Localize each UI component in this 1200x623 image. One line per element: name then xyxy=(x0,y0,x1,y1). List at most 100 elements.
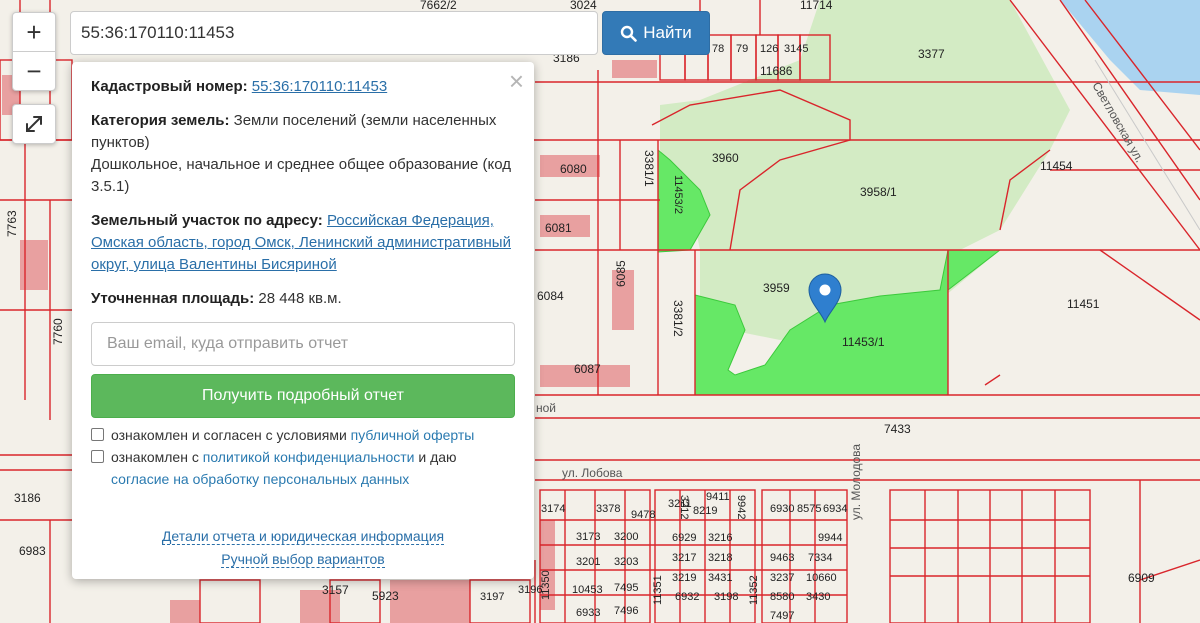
get-report-button[interactable]: Получить подробный отчет xyxy=(91,374,515,418)
agree-privacy-checkbox[interactable] xyxy=(91,450,104,463)
cadastral-number-link[interactable]: 55:36:170110:11453 xyxy=(252,78,387,95)
map-label: 7763 xyxy=(5,210,19,237)
search-icon xyxy=(621,25,638,42)
zoom-in-button[interactable]: + xyxy=(13,13,55,51)
map-label: 7497 xyxy=(770,610,794,622)
map-label: 11714 xyxy=(800,0,833,12)
zoom-out-button[interactable]: − xyxy=(13,51,55,90)
map-label: 9411 xyxy=(706,491,730,503)
map-label: 6084 xyxy=(537,289,564,303)
map-label: 9463 xyxy=(770,552,794,564)
manual-selection-link[interactable]: Ручной выбор вариантов xyxy=(221,551,385,568)
close-icon[interactable]: × xyxy=(509,68,524,94)
map-label: 11350 xyxy=(540,570,552,600)
map-label: 3174 xyxy=(541,503,565,515)
area-value: 28 448 кв.м. xyxy=(258,290,342,307)
agree-privacy-text: ознакомлен с xyxy=(111,449,203,465)
map-label: 9942 xyxy=(735,495,747,519)
map-label: 6909 xyxy=(1128,571,1155,585)
map-label: 3381/1 xyxy=(642,150,656,187)
map-label: 11451 xyxy=(1067,297,1100,311)
cadastral-number-row: Кадастровый номер: 55:36:170110:11453 xyxy=(91,76,515,98)
map-label: 3430 xyxy=(806,591,830,603)
privacy-policy-link[interactable]: политикой конфиденциальности xyxy=(203,449,415,465)
map-label: 11453/2 xyxy=(672,175,684,214)
map-label: 7760 xyxy=(51,318,65,345)
map-label: 10453 xyxy=(572,584,603,596)
parcel-info-popup: × Кадастровый номер: 55:36:170110:11453 … xyxy=(72,62,534,579)
map-label: 7496 xyxy=(614,605,638,617)
agree-offer-row: ознакомлен и согласен с условиями публич… xyxy=(91,424,515,446)
map-label: 6930 xyxy=(770,503,794,515)
map-label: 11352 xyxy=(748,575,760,605)
map-label: 3197 xyxy=(480,591,504,603)
map-label: 7433 xyxy=(884,422,911,436)
area-label: Уточненная площадь: xyxy=(91,290,255,307)
map-label: 3203 xyxy=(614,556,638,568)
map-label: 3186 xyxy=(14,491,41,505)
map-label: 3145 xyxy=(784,43,808,55)
map-label: 3198 xyxy=(714,591,738,603)
map-label: 7334 xyxy=(808,552,832,564)
map-label: 11686 xyxy=(760,64,793,78)
map-label: 9944 xyxy=(818,532,842,544)
map-label: 11453/1 xyxy=(842,335,885,349)
search-button-label: Найти xyxy=(643,23,692,42)
public-offer-link[interactable]: публичной оферты xyxy=(351,427,475,443)
map-label: 3157 xyxy=(322,583,349,597)
map-label: 6085 xyxy=(614,260,628,287)
map-label: 8580 xyxy=(770,591,794,603)
map-label: 3959 xyxy=(763,281,790,295)
map-label: 11454 xyxy=(1040,159,1073,173)
map-label: 3219 xyxy=(672,572,696,584)
map-label: 3212 xyxy=(678,495,690,519)
agree-offer-checkbox[interactable] xyxy=(91,428,104,441)
expand-arrows-icon xyxy=(26,116,42,132)
cadastral-number-label: Кадастровый номер: xyxy=(91,78,248,95)
map-label: ной xyxy=(536,401,556,415)
map-label: 3201 xyxy=(576,556,600,568)
personal-data-consent-link[interactable]: согласие на обработку персональных данны… xyxy=(111,471,409,487)
map-label: 6081 xyxy=(545,221,572,235)
email-field[interactable] xyxy=(91,322,515,366)
map-label: 3958/1 xyxy=(860,185,897,199)
street-label: ул. Лобова xyxy=(562,466,623,480)
map-label: 3237 xyxy=(770,572,794,584)
map-label: 3378 xyxy=(596,503,620,515)
map-label: 6934 xyxy=(823,503,847,515)
agree-privacy-text-2: и даю xyxy=(414,449,457,465)
map-label: 6087 xyxy=(574,362,601,376)
map-label: 6983 xyxy=(19,544,46,558)
area-row: Уточненная площадь: 28 448 кв.м. xyxy=(91,288,515,310)
address-row: Земельный участок по адресу: Российская … xyxy=(91,210,515,276)
map-label: 7495 xyxy=(614,582,638,594)
map-label: 6932 xyxy=(675,591,699,603)
map-label: 6929 xyxy=(672,532,696,544)
land-usage-value: Дошкольное, начальное и среднее общее об… xyxy=(91,156,512,195)
map-label: 5923 xyxy=(372,589,399,603)
map-label: 8219 xyxy=(693,505,717,517)
zoom-control: + − xyxy=(12,12,56,91)
map-label: 10660 xyxy=(806,572,837,584)
land-category-label: Категория земель: xyxy=(91,112,230,129)
map-label: 3960 xyxy=(712,151,739,165)
address-label: Земельный участок по адресу: xyxy=(91,212,323,229)
map-label: 79 xyxy=(736,43,748,55)
search-button[interactable]: Найти xyxy=(602,11,710,55)
land-category-row: Категория земель: Земли поселений (земли… xyxy=(91,110,515,198)
map-label: 3218 xyxy=(708,552,732,564)
map-label: 6933 xyxy=(576,607,600,619)
popup-footer-links: Детали отчета и юридическая информация Р… xyxy=(72,525,534,571)
report-details-link[interactable]: Детали отчета и юридическая информация xyxy=(161,528,445,545)
map-label: 3173 xyxy=(576,531,600,543)
map-label: 9478 xyxy=(631,509,655,521)
map-label: 3200 xyxy=(614,531,638,543)
map-label: 3381/2 xyxy=(671,300,685,337)
street-label: ул. Молодова xyxy=(849,444,863,520)
map-label: 3217 xyxy=(672,552,696,564)
map-label: 3196 xyxy=(518,584,542,596)
map-label: 78 xyxy=(712,43,724,55)
fullscreen-button[interactable] xyxy=(12,104,56,144)
search-input[interactable] xyxy=(70,11,598,55)
map-label: 6080 xyxy=(560,162,587,176)
